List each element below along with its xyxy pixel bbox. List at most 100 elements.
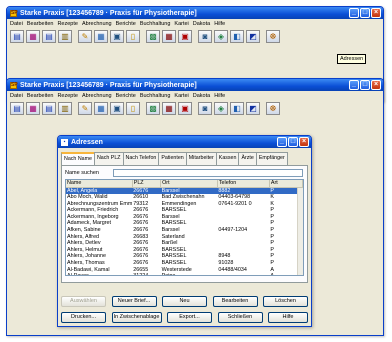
table-row[interactable]: Ahlers, Thomas 26676 BARSSEL 91028 P — [66, 260, 303, 267]
close-icon[interactable]: × — [371, 80, 381, 90]
menu-berichte[interactable]: Berichte — [116, 93, 136, 99]
menu-buchhaltung[interactable]: Buchhaltung — [140, 21, 171, 27]
close-icon[interactable]: × — [299, 137, 309, 147]
dialog-titlebar[interactable]: ▪ Adressen _ □ × — [58, 136, 311, 148]
report-icon[interactable]: ▣ — [110, 30, 124, 43]
help-button[interactable]: Hilfe — [268, 312, 308, 323]
select-button[interactable]: Auswählen — [61, 296, 106, 307]
table-row[interactable]: Abrechnungszentrum Emm 79312 Emmendingen 07… — [66, 201, 303, 208]
edit-button[interactable]: Bearbeiten — [212, 296, 258, 307]
table-row[interactable]: Ahlers, Alfred 26683 Saterland P — [66, 234, 303, 241]
maximize-icon[interactable]: □ — [288, 137, 298, 147]
calculator-icon[interactable]: ▣ — [178, 102, 192, 115]
report-icon[interactable]: ▣ — [110, 102, 124, 115]
export-icon[interactable]: ◈ — [214, 30, 228, 43]
prescription-icon[interactable]: ✎ — [78, 30, 92, 43]
camera-icon[interactable]: ◙ — [198, 102, 212, 115]
close-button[interactable]: Schließen — [217, 312, 263, 323]
address-book-icon[interactable]: ▤ — [10, 30, 24, 43]
patient-list-icon[interactable]: ▤ — [42, 102, 56, 115]
minimize-icon[interactable]: _ — [349, 8, 359, 18]
table-row[interactable]: Ackermann, Ingeborg 26676 Barssel P — [66, 214, 303, 221]
delete-button[interactable]: Löschen — [263, 296, 308, 307]
patient-list-icon[interactable]: ▤ — [42, 30, 56, 43]
new-letter-button[interactable]: Neuer Brief... — [111, 296, 157, 307]
export-icon[interactable]: ◈ — [214, 102, 228, 115]
maximize-icon[interactable]: □ — [360, 8, 370, 18]
table-row[interactable]: Afken, Sabine 26676 Barssel 04497-1204 P — [66, 227, 303, 234]
menu-rezepte[interactable]: Rezepte — [57, 93, 78, 99]
card-icon[interactable]: ▥ — [58, 30, 72, 43]
card-icon[interactable]: ▥ — [58, 102, 72, 115]
menu-berichte[interactable]: Berichte — [116, 21, 136, 27]
tab-nach-name[interactable]: Nach Name — [61, 152, 95, 165]
maximize-icon[interactable]: □ — [360, 80, 370, 90]
chart-icon[interactable]: ▩ — [146, 102, 160, 115]
menu-kartei[interactable]: Kartei — [174, 93, 188, 99]
table-row[interactable]: Ahlers, Helmut 26676 BARSSEL P — [66, 247, 303, 254]
export-button[interactable]: Export... — [167, 312, 212, 323]
tab-patienten[interactable]: Patienten — [158, 152, 187, 165]
column-header-ort[interactable]: Ort — [160, 180, 218, 188]
transfer-icon[interactable]: ◧ — [230, 30, 244, 43]
tab-mitarbeiter[interactable]: Mitarbeiter — [185, 152, 217, 165]
settings-icon[interactable]: ☸ — [266, 30, 280, 43]
tab-nach-telefon[interactable]: Nach Telefon — [122, 152, 160, 165]
calculator-icon[interactable]: ▣ — [178, 30, 192, 43]
close-icon[interactable]: × — [371, 8, 381, 18]
back-window-titlebar[interactable]: SP Starke Praxis [123456789 · Praxis für… — [7, 7, 383, 19]
tab-empfaenger[interactable]: Empfänger — [255, 152, 288, 165]
settings-icon[interactable]: ☸ — [266, 102, 280, 115]
table-row[interactable]: Ahlers, Detlev 26676 Barßel P — [66, 240, 303, 247]
table-row[interactable]: Ahlers, Johanne 26676 BARSSEL 8948 P — [66, 253, 303, 260]
table-row[interactable]: Abo Moch, Walid 26610 Bad Zwischenahn 04403… — [66, 194, 303, 201]
camera-icon[interactable]: ◙ — [198, 30, 212, 43]
column-header-telefon[interactable]: Telefon — [217, 180, 270, 188]
column-header-plz[interactable]: PLZ — [132, 180, 162, 188]
address-book-icon[interactable]: ▤ — [10, 102, 24, 115]
column-header-name[interactable]: Name — [66, 180, 133, 188]
print-button[interactable]: Drucken... — [61, 312, 106, 323]
grid-icon[interactable]: ▦ — [162, 102, 176, 115]
invoice-icon[interactable]: ▦ — [94, 102, 108, 115]
table-row[interactable]: Al-Rayes31224PeineA — [66, 273, 303, 275]
prescription-icon[interactable]: ✎ — [78, 102, 92, 115]
menu-dakota[interactable]: Dakota — [193, 93, 210, 99]
copy-to-clipboard-button[interactable]: In Zwischenablage — [111, 312, 162, 323]
tab-nach-plz[interactable]: Nach PLZ — [93, 152, 124, 165]
menu-hilfe[interactable]: Hilfe — [214, 93, 225, 99]
menu-datei[interactable]: Datei — [10, 21, 23, 27]
minimize-icon[interactable]: _ — [349, 80, 359, 90]
tab-kassen[interactable]: Kassen — [215, 152, 240, 165]
new-button[interactable]: Neu — [162, 296, 207, 307]
help-icon[interactable]: ◩ — [246, 102, 260, 115]
table-row[interactable]: Adameck, Margret 26676 BARSSEL P — [66, 220, 303, 227]
calendar-icon[interactable]: ▦ — [26, 30, 40, 43]
menu-dakota[interactable]: Dakota — [193, 21, 210, 27]
menu-bearbeiten[interactable]: Bearbeiten — [27, 93, 54, 99]
invoice-icon[interactable]: ▦ — [94, 30, 108, 43]
menu-abrechnung[interactable]: Abrechnung — [82, 21, 112, 27]
help-icon[interactable]: ◩ — [246, 30, 260, 43]
menu-abrechnung[interactable]: Abrechnung — [82, 93, 112, 99]
notes-icon[interactable]: ▯ — [126, 102, 140, 115]
chart-icon[interactable]: ▩ — [146, 30, 160, 43]
table-row[interactable]: Ackermann, Friedrich 26676 BARSSEL P — [66, 207, 303, 214]
menu-kartei[interactable]: Kartei — [174, 21, 188, 27]
table-row[interactable]: Abel, Angela 26676 Barssel 8882 P — [66, 187, 303, 195]
column-header-art[interactable]: Art — [269, 180, 303, 188]
main-window-titlebar[interactable]: SP Starke Praxis [123456789 · Praxis für… — [7, 79, 383, 91]
menu-hilfe[interactable]: Hilfe — [214, 21, 225, 27]
transfer-icon[interactable]: ◧ — [230, 102, 244, 115]
menu-rezepte[interactable]: Rezepte — [57, 21, 78, 27]
menu-bearbeiten[interactable]: Bearbeiten — [27, 21, 54, 27]
tab-aerzte[interactable]: Ärzte — [238, 152, 257, 165]
grid-icon[interactable]: ▦ — [162, 30, 176, 43]
minimize-icon[interactable]: _ — [277, 137, 287, 147]
menu-buchhaltung[interactable]: Buchhaltung — [140, 93, 171, 99]
name-search-input[interactable] — [112, 168, 303, 177]
calendar-icon[interactable]: ▦ — [26, 102, 40, 115]
table-scrollbar[interactable] — [297, 188, 303, 275]
notes-icon[interactable]: ▯ — [126, 30, 140, 43]
menu-datei[interactable]: Datei — [10, 93, 23, 99]
